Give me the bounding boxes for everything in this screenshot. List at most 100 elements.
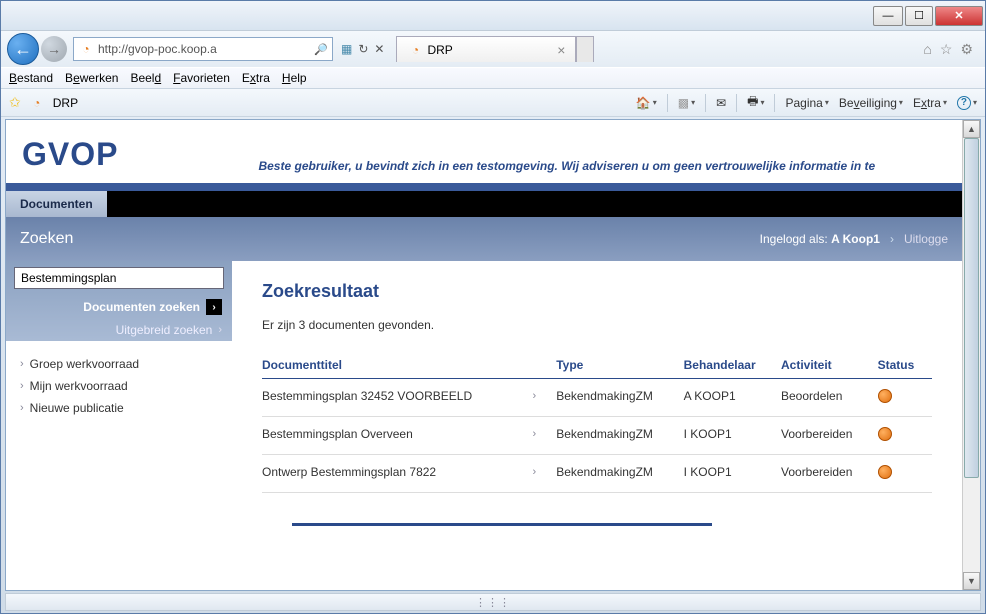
- search-documents-link[interactable]: Documenten zoeken ›: [6, 295, 232, 319]
- status-dot-icon: [878, 389, 892, 403]
- tb-beveiliging[interactable]: Beveiliging▾: [839, 96, 903, 110]
- chevron-right-icon: ›: [20, 402, 24, 414]
- browser-tab[interactable]: ◔ DRP ×: [396, 36, 576, 62]
- favorite-drp[interactable]: ◔ DRP: [29, 95, 78, 111]
- sidebar: Documenten zoeken › Uitgebreid zoeken › …: [6, 261, 232, 546]
- doc-activity: Beoordelen: [781, 379, 878, 417]
- menu-bar: Bestand Bewerken Beeld Favorieten Extra …: [1, 67, 985, 89]
- fav-site-icon: ◔: [29, 95, 45, 111]
- sidebar-nav-label: Mijn werkvoorraad: [30, 379, 128, 393]
- tb-feeds[interactable]: ▩▾: [678, 96, 695, 110]
- home-icon: 🏠: [636, 96, 651, 110]
- forward-button[interactable]: →: [41, 36, 67, 62]
- tb-home[interactable]: 🏠▾: [636, 96, 657, 110]
- address-bar[interactable]: ◔ http://gvop-poc.koop.a 🔎: [73, 37, 333, 61]
- refresh-icon[interactable]: ↻: [358, 42, 368, 56]
- tb-print[interactable]: 🖶▾: [747, 92, 764, 113]
- back-button[interactable]: ←: [7, 33, 39, 65]
- results-panel: Zoekresultaat Er zijn 3 documenten gevon…: [232, 261, 962, 546]
- scroll-up-button[interactable]: ▲: [963, 120, 980, 138]
- results-table: Documenttitel Type Behandelaar Activitei…: [262, 352, 932, 493]
- page-body: GVOP Beste gebruiker, u bevindt zich in …: [6, 120, 962, 590]
- maximize-button[interactable]: ☐: [905, 6, 933, 26]
- arrow-right-icon: ›: [206, 299, 222, 315]
- table-row[interactable]: Bestemmingsplan Overveen› BekendmakingZMI…: [262, 417, 932, 455]
- menu-bewerken[interactable]: Bewerken: [65, 71, 118, 85]
- sidebar-nav-item[interactable]: ›Groep werkvoorraad: [20, 353, 218, 375]
- doc-handler: I KOOP1: [684, 455, 781, 493]
- content-frame: GVOP Beste gebruiker, u bevindt zich in …: [5, 119, 981, 591]
- tb-mail[interactable]: ✉: [716, 96, 726, 110]
- tab-site-icon: ◔: [407, 42, 423, 58]
- col-type[interactable]: Type: [556, 352, 683, 379]
- table-row[interactable]: Bestemmingsplan 32452 VOORBEELD› Bekendma…: [262, 379, 932, 417]
- scroll-down-button[interactable]: ▼: [963, 572, 980, 590]
- favorites-icon[interactable]: ☆: [940, 41, 953, 58]
- doc-activity: Voorbereiden: [781, 455, 878, 493]
- vertical-scrollbar[interactable]: ▲ ▼: [962, 120, 980, 590]
- chevron-right-icon: ›: [533, 390, 549, 402]
- col-status[interactable]: Status: [878, 352, 932, 379]
- gear-icon[interactable]: ⚙: [960, 41, 973, 58]
- chevron-right-icon: ›: [533, 428, 549, 440]
- doc-handler: I KOOP1: [684, 417, 781, 455]
- status-bar: ⋮⋮⋮: [5, 593, 981, 611]
- doc-title: Bestemmingsplan 32452 VOORBEELD: [262, 389, 533, 403]
- favorite-label: DRP: [53, 96, 78, 110]
- tab-documenten[interactable]: Documenten: [6, 191, 107, 217]
- tb-pagina[interactable]: Pagina▾: [785, 96, 828, 110]
- minimize-button[interactable]: —: [873, 6, 903, 26]
- tb-help[interactable]: ?▾: [957, 96, 977, 110]
- nav-right: ⌂ ☆ ⚙: [923, 41, 979, 58]
- menu-bestand[interactable]: Bestand: [9, 71, 53, 85]
- subheader-title: Zoeken: [20, 230, 73, 248]
- status-dot-icon: [878, 427, 892, 441]
- chevron-right-icon: ›: [218, 324, 222, 336]
- doc-type: BekendmakingZM: [556, 455, 683, 493]
- search-input[interactable]: [14, 267, 224, 289]
- menu-beeld[interactable]: Beeld: [130, 71, 161, 85]
- nav-bar: ← → ◔ http://gvop-poc.koop.a 🔎 ▦ ↻ ✕ ◔ D…: [1, 31, 985, 67]
- logout-link[interactable]: Uitlogge: [904, 232, 948, 246]
- tb-extra[interactable]: Extra▾: [913, 96, 947, 110]
- col-activity[interactable]: Activiteit: [781, 352, 878, 379]
- col-handler[interactable]: Behandelaar: [684, 352, 781, 379]
- sidebar-nav-item[interactable]: › Mijn werkvoorraad: [20, 375, 218, 397]
- stop-icon[interactable]: ✕: [374, 42, 384, 56]
- menu-favorieten[interactable]: Favorieten: [173, 71, 230, 85]
- doc-handler: A KOOP1: [684, 379, 781, 417]
- close-button[interactable]: ✕: [935, 6, 983, 26]
- address-controls: ▦ ↻ ✕: [341, 42, 384, 56]
- menu-extra[interactable]: Extra: [242, 71, 270, 85]
- titlebar: — ☐ ✕: [1, 1, 985, 31]
- sidebar-nav-label: Groep werkvoorraad: [30, 357, 139, 371]
- doc-title: Bestemmingsplan Overveen: [262, 427, 533, 441]
- mail-icon: ✉: [716, 96, 726, 110]
- tab-close-icon[interactable]: ×: [537, 42, 565, 58]
- doc-activity: Voorbereiden: [781, 417, 878, 455]
- chevron-right-icon: ›: [533, 466, 549, 478]
- logged-in-label: Ingelogd als: A Koop1: [760, 232, 880, 246]
- menu-help[interactable]: Help: [282, 71, 307, 85]
- col-title[interactable]: Documenttitel: [262, 352, 556, 379]
- status-grip[interactable]: ⋮⋮⋮: [473, 597, 513, 607]
- doc-type: BekendmakingZM: [556, 379, 683, 417]
- advanced-search-link[interactable]: Uitgebreid zoeken ›: [6, 319, 232, 341]
- scroll-thumb[interactable]: [964, 138, 979, 478]
- doc-title: Ontwerp Bestemmingsplan 7822: [262, 465, 533, 479]
- site-logo: GVOP: [22, 136, 118, 173]
- new-tab-button[interactable]: [576, 36, 594, 62]
- home-icon[interactable]: ⌂: [923, 41, 931, 58]
- table-row[interactable]: Ontwerp Bestemmingsplan 7822› Bekendmakin…: [262, 455, 932, 493]
- chevron-right-icon: ›: [20, 380, 24, 392]
- page-tabs: Documenten: [6, 191, 962, 217]
- side-nav: ›Groep werkvoorraad›Mijn werkvoorraad›Ni…: [6, 341, 232, 431]
- sidebar-nav-item[interactable]: ›Nieuwe publicatie: [20, 397, 218, 419]
- results-count: Er zijn 3 documenten gevonden.: [262, 318, 932, 332]
- search-icon: 🔎: [314, 43, 328, 56]
- doc-type: BekendmakingZM: [556, 417, 683, 455]
- add-favorite-icon[interactable]: ✩: [9, 94, 21, 111]
- help-icon: ?: [957, 96, 971, 110]
- compat-icon[interactable]: ▦: [341, 42, 352, 56]
- tab-strip: ◔ DRP ×: [396, 36, 594, 62]
